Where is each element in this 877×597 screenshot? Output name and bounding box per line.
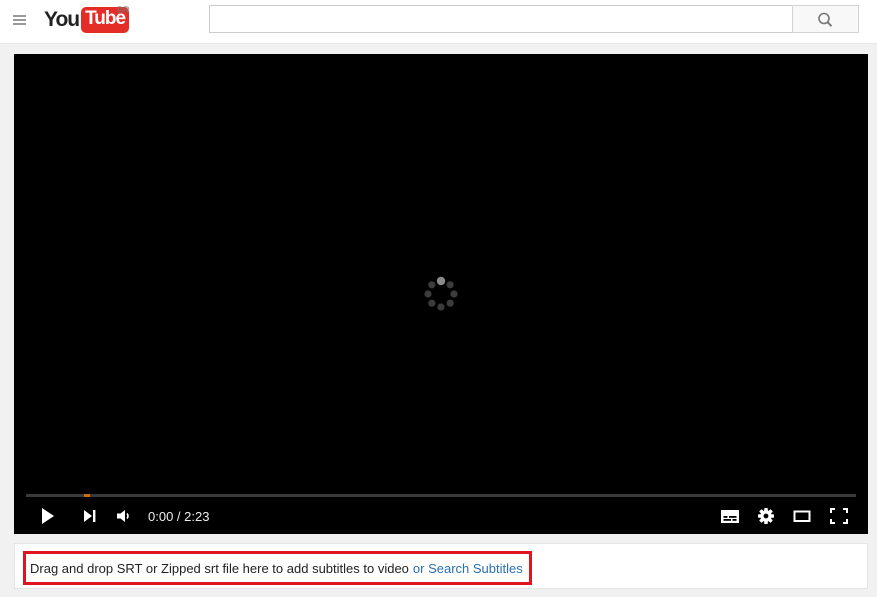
- spinner-dot: [436, 276, 446, 286]
- progress-played: [84, 494, 90, 497]
- spinner-dot: [446, 281, 454, 289]
- fullscreen-button[interactable]: [826, 504, 852, 528]
- search-subtitles-link[interactable]: or Search Subtitles: [413, 561, 523, 576]
- theater-mode-icon: [793, 510, 811, 522]
- search-icon: [818, 12, 833, 27]
- video-player[interactable]: 0:00 / 2:23: [14, 54, 868, 534]
- time-total: 2:23: [184, 509, 210, 524]
- time-separator: /: [173, 509, 185, 524]
- settings-button[interactable]: [753, 504, 779, 528]
- spinner-dot: [428, 281, 436, 289]
- volume-button[interactable]: [112, 504, 138, 528]
- spinner-dot: [446, 299, 454, 307]
- spinner-dot: [437, 303, 445, 311]
- play-button[interactable]: [36, 504, 62, 528]
- next-button[interactable]: [77, 504, 103, 528]
- logo-you-text: You: [44, 8, 80, 31]
- fullscreen-icon: [830, 508, 848, 524]
- hamburger-menu-icon[interactable]: [12, 12, 28, 28]
- subtitles-icon: [721, 510, 739, 523]
- progress-bar[interactable]: [26, 494, 856, 497]
- subtitle-bar: Drag and drop SRT or Zipped srt file her…: [14, 543, 868, 589]
- spinner-dot: [450, 290, 458, 298]
- spinner-dot: [428, 299, 436, 307]
- search-button[interactable]: [792, 5, 859, 33]
- search-input[interactable]: [209, 5, 793, 33]
- subtitle-dropzone[interactable]: Drag and drop SRT or Zipped srt file her…: [23, 551, 532, 585]
- play-icon: [42, 508, 54, 524]
- settings-icon: [758, 508, 774, 524]
- time-current: 0:00: [148, 509, 174, 524]
- spinner-dot: [424, 290, 432, 298]
- logo-region-code: BR: [117, 5, 130, 15]
- time-display: 0:00 / 2:23: [148, 509, 209, 524]
- dropzone-text: Drag and drop SRT or Zipped srt file her…: [30, 560, 409, 576]
- volume-icon: [117, 510, 129, 522]
- subtitles-button[interactable]: [717, 504, 743, 528]
- next-icon: [84, 510, 96, 522]
- theater-mode-button[interactable]: [789, 504, 815, 528]
- loading-spinner-icon: [424, 276, 458, 311]
- masthead: You Tube BR: [0, 0, 877, 44]
